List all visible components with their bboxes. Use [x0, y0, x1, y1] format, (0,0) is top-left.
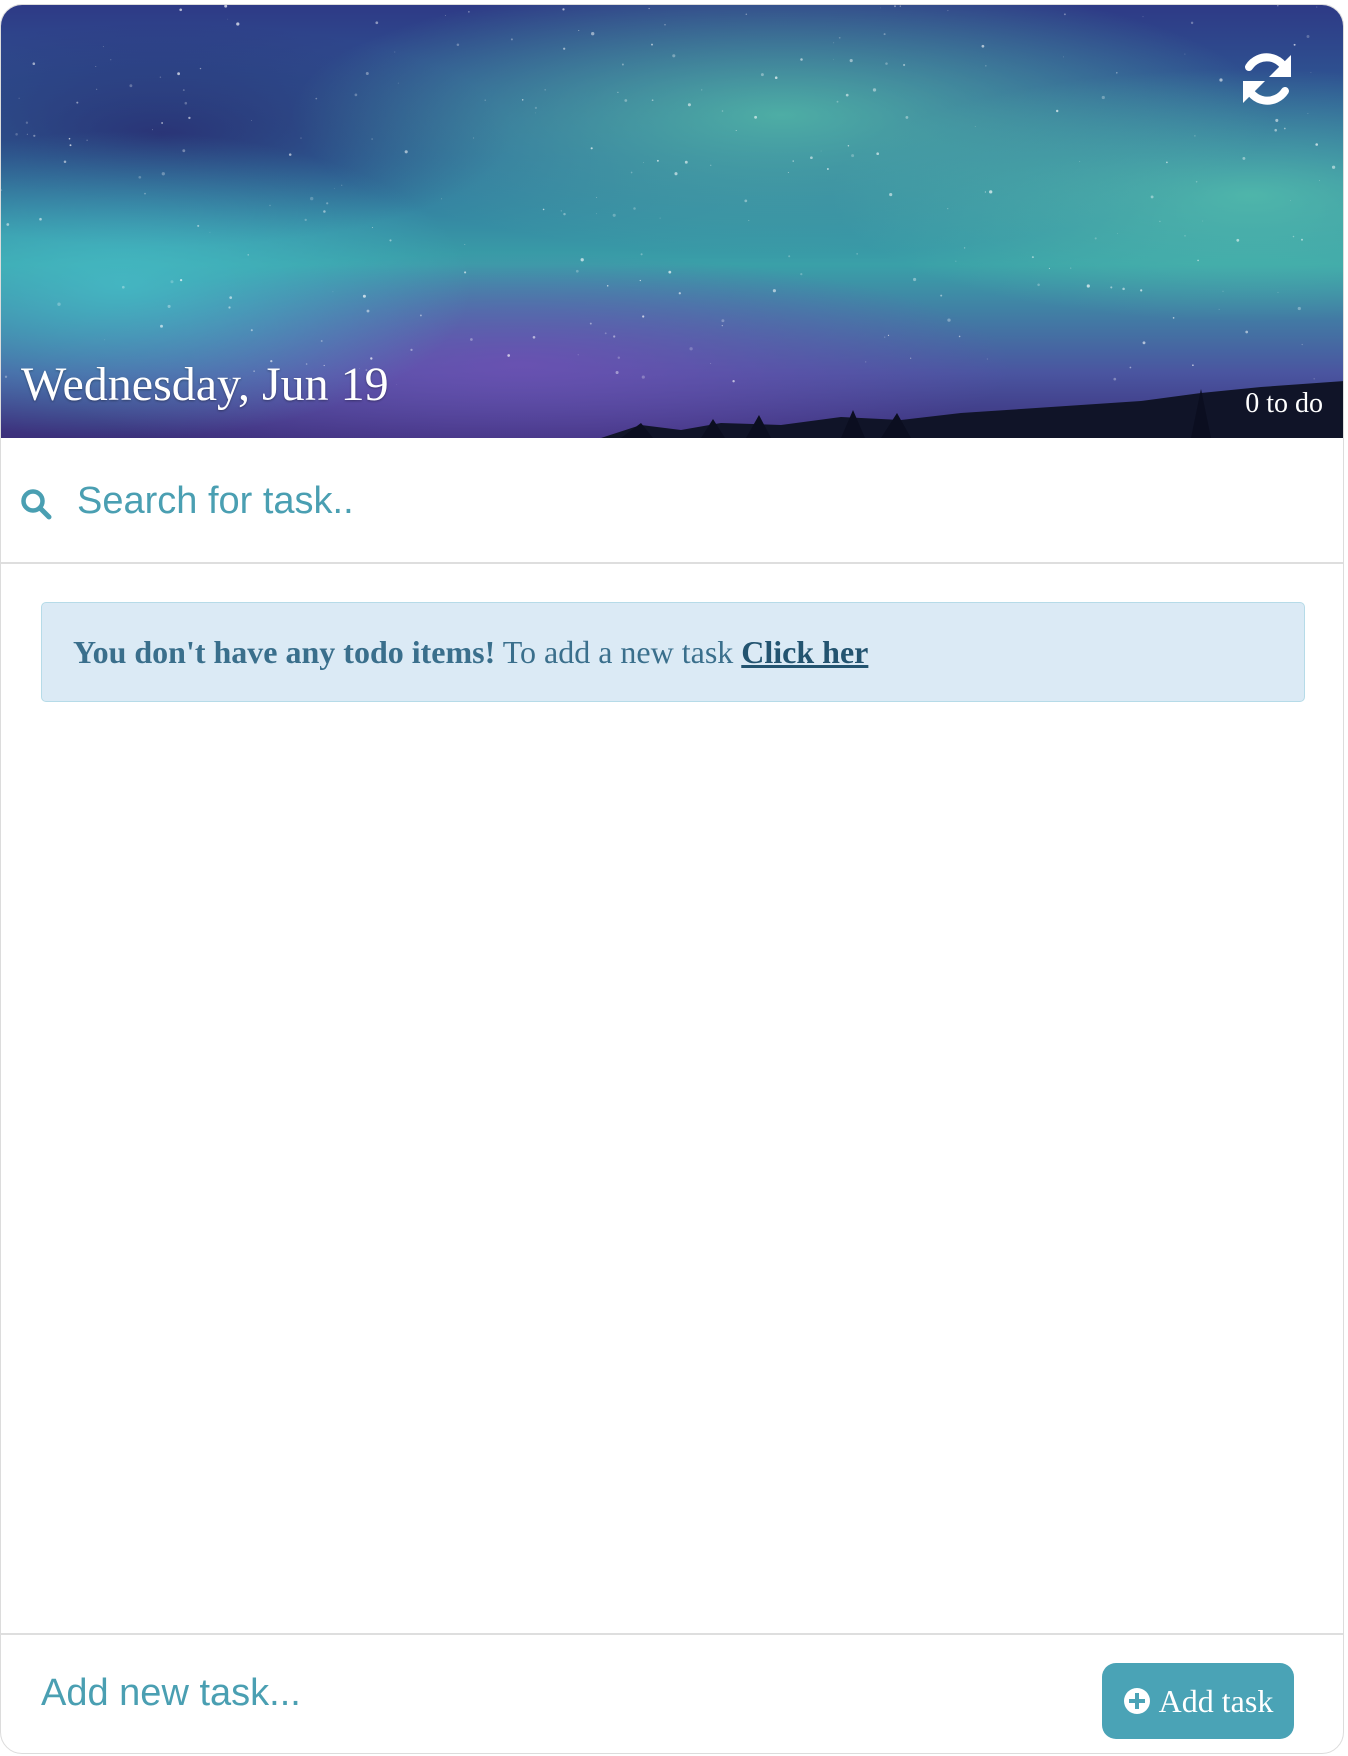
empty-state-alert: You don't have any todo items! To add a …: [41, 602, 1305, 702]
add-task-button[interactable]: Add task: [1102, 1663, 1294, 1739]
current-date: Wednesday, Jun 19: [21, 358, 389, 411]
refresh-icon[interactable]: [1237, 49, 1297, 109]
plus-circle-icon: [1123, 1688, 1150, 1714]
alert-bold-text: You don't have any todo items!: [73, 634, 496, 670]
add-task-button-label: Add task: [1158, 1682, 1274, 1719]
new-task-input[interactable]: [41, 1661, 1041, 1725]
footer-bar: Add task: [1, 1633, 1343, 1753]
header-banner: Wednesday, Jun 19 0 to do: [1, 5, 1343, 438]
todo-card: Wednesday, Jun 19 0 to do You don't have…: [0, 4, 1344, 1754]
search-input[interactable]: [77, 469, 1277, 533]
todo-count: 0 to do: [1245, 388, 1323, 419]
search-bar: [1, 439, 1343, 564]
add-task-link[interactable]: Click her: [741, 634, 868, 670]
alert-text: To add a new task: [495, 634, 742, 670]
search-icon: [21, 489, 52, 520]
